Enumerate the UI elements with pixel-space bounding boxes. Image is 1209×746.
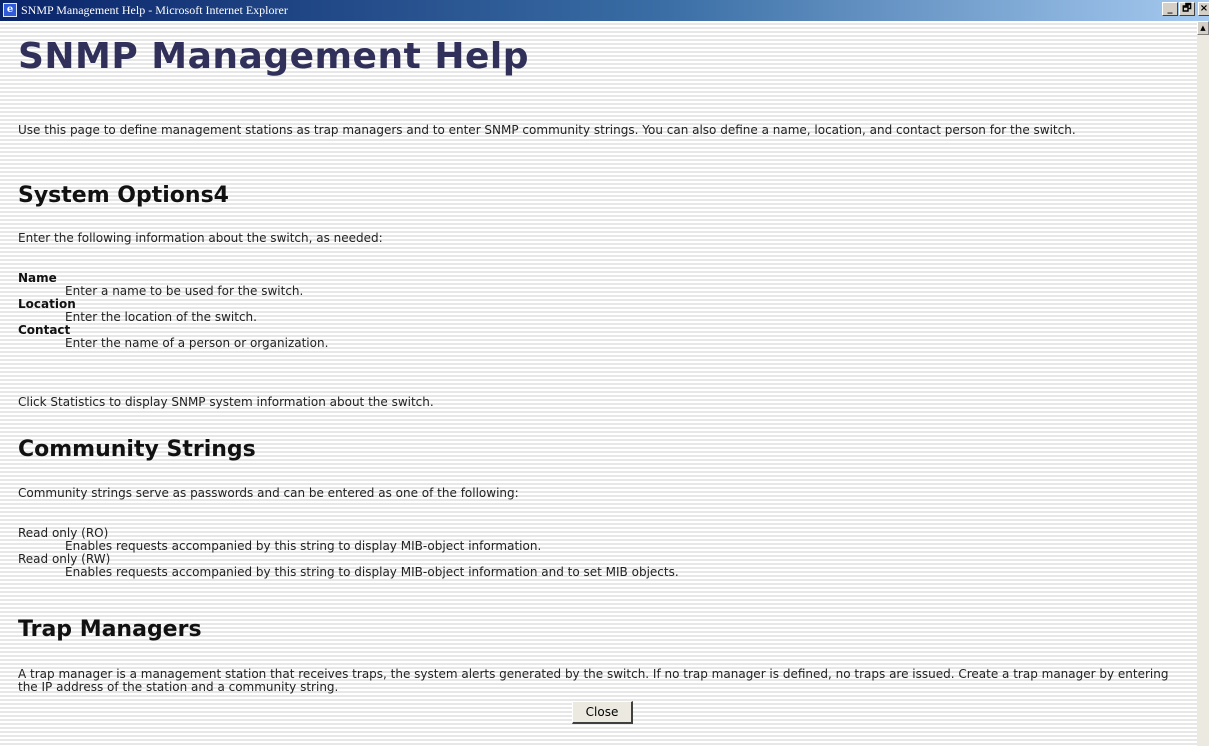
- scroll-up-arrow-icon[interactable]: ▲: [1197, 21, 1209, 35]
- desc-name: Enter a name to be used for the switch.: [65, 284, 304, 298]
- page-title: SNMP Management Help: [18, 36, 529, 77]
- ie-page-icon: e: [3, 3, 17, 17]
- system-options-lead: Enter the following information about th…: [18, 231, 383, 245]
- section-heading-trap-managers: Trap Managers: [18, 617, 202, 642]
- section-heading-community-strings: Community Strings: [18, 437, 256, 462]
- community-strings-list: Read only (RO) Enables requests accompan…: [18, 527, 1188, 579]
- section-heading-system-options: System Options4: [18, 183, 229, 208]
- statistics-note: Click Statistics to display SNMP system …: [18, 395, 434, 409]
- trap-managers-paragraph: A trap manager is a management station t…: [18, 667, 1169, 694]
- window-titlebar[interactable]: e SNMP Management Help - Microsoft Inter…: [0, 0, 1209, 21]
- system-options-list: Name Enter a name to be used for the swi…: [18, 272, 1188, 350]
- close-button[interactable]: Close: [572, 701, 633, 724]
- intro-paragraph: Use this page to define management stati…: [18, 123, 1076, 137]
- maximize-button[interactable]: 🗗: [1179, 2, 1195, 16]
- window-title: SNMP Management Help - Microsoft Interne…: [21, 3, 288, 17]
- minimize-button[interactable]: _: [1162, 2, 1178, 16]
- close-window-button[interactable]: ×: [1198, 2, 1209, 16]
- desc-contact: Enter the name of a person or organizati…: [65, 336, 329, 350]
- desc-location: Enter the location of the switch.: [65, 310, 257, 324]
- vertical-scrollbar[interactable]: ▲: [1197, 21, 1209, 746]
- desc-read-only-ro: Enables requests accompanied by this str…: [65, 539, 542, 553]
- community-strings-lead: Community strings serve as passwords and…: [18, 486, 519, 500]
- desc-read-only-rw: Enables requests accompanied by this str…: [65, 565, 679, 579]
